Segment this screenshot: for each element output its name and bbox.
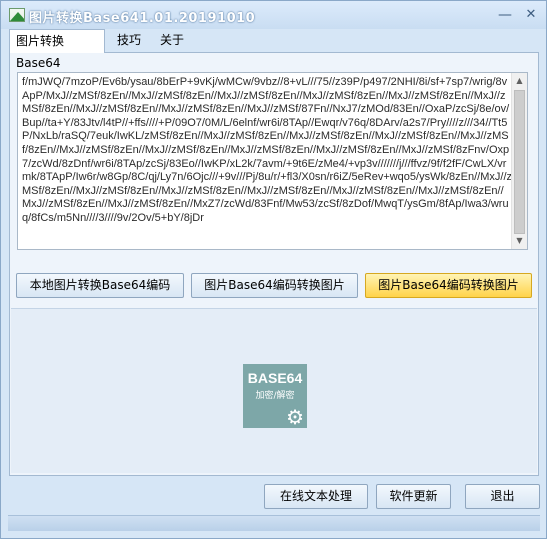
close-button[interactable]: ✕ — [520, 5, 542, 25]
status-bar — [8, 515, 540, 531]
app-icon — [9, 8, 25, 22]
logo-subtitle: 加密/解密 — [255, 391, 295, 401]
title-bar[interactable]: 图片转换Base641.01.20191010 — ✕ — [1, 1, 546, 29]
tab-panel: f/mJWQ/7mzoP/Ev6b/ysau/8bErP+9vKj/wMCw/9… — [9, 52, 539, 476]
base64-to-image-button[interactable]: 图片Base64编码转换图片 — [365, 273, 532, 298]
exit-button[interactable]: 退出 — [465, 484, 540, 509]
app-window: 图片转换Base641.01.20191010 — ✕ 图片转换Base64 技… — [0, 0, 547, 539]
image-preview-area: BASE64 加密/解密 ⚙ — [11, 308, 537, 473]
logo-title: BASE64 — [247, 370, 303, 386]
scroll-up-icon[interactable]: ▲ — [512, 73, 527, 89]
vertical-scrollbar[interactable]: ▲ ▼ — [511, 73, 527, 249]
software-update-button[interactable]: 软件更新 — [376, 484, 451, 509]
tab-about[interactable]: 关于 — [154, 29, 190, 51]
base64-text[interactable]: f/mJWQ/7mzoP/Ev6b/ysau/8bErP+9vKj/wMCw/9… — [22, 76, 512, 226]
window-title: 图片转换Base641.01.20191010 — [29, 11, 256, 26]
base64-textarea[interactable]: f/mJWQ/7mzoP/Ev6b/ysau/8bErP+9vKj/wMCw/9… — [17, 72, 528, 250]
minimize-button[interactable]: — — [494, 5, 516, 25]
image-to-base64-button[interactable]: 图片Base64编码转换图片 — [191, 273, 358, 298]
gear-icon: ⚙ — [286, 405, 304, 429]
base64-logo: BASE64 加密/解密 ⚙ — [243, 364, 307, 428]
scroll-thumb[interactable] — [514, 90, 525, 234]
local-image-to-base64-button[interactable]: 本地图片转换Base64编码 — [16, 273, 184, 298]
tab-image-to-base64[interactable]: 图片转换Base64 — [9, 29, 105, 70]
online-text-button[interactable]: 在线文本处理 — [264, 484, 368, 509]
scroll-down-icon[interactable]: ▼ — [512, 233, 527, 249]
tab-tips[interactable]: 技巧 — [111, 29, 147, 51]
